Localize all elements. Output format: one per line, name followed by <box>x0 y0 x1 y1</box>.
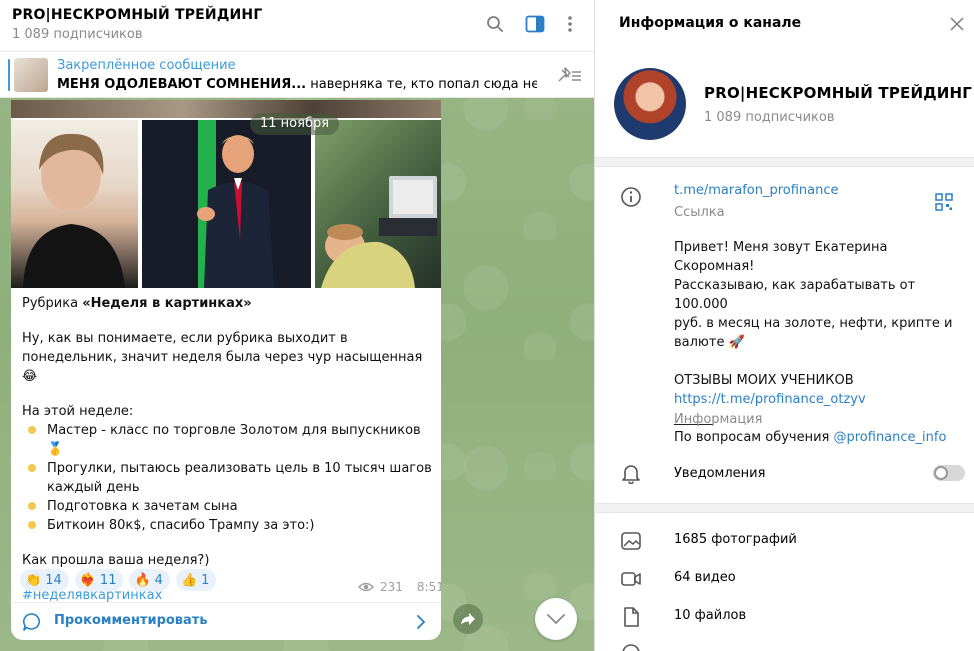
media-strip-top[interactable] <box>11 100 441 118</box>
channel-link[interactable]: t.me/marafon_profinance <box>674 183 839 198</box>
message-text: Рубрика «Неделя в картинках» Ну, как вы … <box>22 294 432 605</box>
video-icon <box>620 568 642 590</box>
reaction-count: 14 <box>45 572 62 588</box>
bullet-dot-icon <box>28 521 36 529</box>
bullet-item: Мастер - класс по торговле Золотом для в… <box>22 421 432 459</box>
scroll-to-bottom-button[interactable] <box>535 598 577 640</box>
reaction-count: 11 <box>99 572 117 588</box>
photo-child-laptop[interactable] <box>315 120 441 288</box>
photo-trump[interactable] <box>142 120 311 288</box>
bullet-item: Прогулки, пытаюсь реализовать цель в 10 … <box>22 459 432 497</box>
channel-subscriber-count: 1 089 подписчиков <box>704 110 835 125</box>
chevron-right-icon <box>417 615 426 629</box>
pinned-message[interactable]: Закреплённое сообщение МЕНЯ ОДОЛЕВАЮТ СО… <box>0 52 594 98</box>
reaction-count: 1 <box>201 572 210 588</box>
description-caption: Информация <box>674 412 763 427</box>
heart-fire-emoji-icon: ❤️‍🔥 <box>79 572 96 588</box>
section-divider <box>595 503 974 513</box>
description-line: валюте 🚀 <box>674 335 745 350</box>
pinned-text: МЕНЯ ОДОЛЕВАЮТ СОМНЕНИЯ... наверняка те,… <box>57 77 537 92</box>
comment-label: Прокомментировать <box>54 613 208 628</box>
search-icon[interactable] <box>483 12 507 36</box>
description-line: Рассказываю, как зарабатывать от 100.000 <box>674 278 916 312</box>
bullet-text: Прогулки, пытаюсь реализовать цель в 10 … <box>47 461 432 495</box>
section-divider <box>595 157 974 167</box>
comment-bubble-icon <box>22 613 41 631</box>
reviews-title: ОТЗЫВЫ МОИХ УЧЕНИКОВ <box>674 373 854 388</box>
contact-handle-link[interactable]: @profinance_info <box>833 430 946 445</box>
notifications-label: Уведомления <box>674 466 766 481</box>
channel-name: PRO|НЕСКРОМНЫЙ ТРЕЙДИНГ <box>704 84 973 102</box>
toggle-knob <box>934 466 948 480</box>
message-paragraph-1: Ну, как вы понимаете, если рубрика выход… <box>22 331 423 384</box>
clap-emoji-icon: 👏 <box>25 572 42 588</box>
reactions-bar: 👏 14 ❤️‍🔥 11 🔥 4 👍 1 <box>20 569 217 591</box>
bullet-dot-icon <box>28 502 36 510</box>
pinned-text-rest: наверняка те, кто попал сюда недавно ... <box>310 77 537 92</box>
file-icon <box>620 606 642 628</box>
photo-woman[interactable] <box>11 120 138 288</box>
channel-info-panel: Информация о канале PRO|НЕСКРОМНЫЙ ТРЕЙД… <box>594 0 974 651</box>
pinned-thumbnail <box>14 58 48 92</box>
qr-code-icon[interactable] <box>935 193 953 211</box>
week-intro: На этой неделе: <box>22 404 134 419</box>
chat-subscriber-count: 1 089 подписчиков <box>12 27 143 42</box>
pinned-text-bold: МЕНЯ ОДОЛЕВАЮТ СОМНЕНИЯ... <box>57 77 307 92</box>
bullet-text: Подготовка к зачетам сына <box>47 499 238 514</box>
chevron-down-icon <box>547 613 565 624</box>
date-badge: 11 ноября <box>250 113 340 135</box>
chat-panel: PRO|НЕСКРОМНЫЙ ТРЕЙДИНГ 1 089 подписчико… <box>0 0 594 651</box>
comment-button[interactable]: Прокомментировать <box>11 602 441 640</box>
rubric-line: Рубрика «Неделя в картинках» <box>22 294 432 313</box>
channel-link-caption: Ссылка <box>674 205 725 220</box>
photos-count-item[interactable]: 1685 фотографий <box>674 532 797 547</box>
bullet-dot-icon <box>28 464 36 472</box>
info-panel-title: Информация о канале <box>619 15 802 31</box>
bullet-dot-icon <box>28 426 36 434</box>
description-line: руб. в месяц на золоте, нефти, крипте и <box>674 316 953 331</box>
chat-title[interactable]: PRO|НЕСКРОМНЫЙ ТРЕЙДИНГ <box>12 7 262 23</box>
reviews-link[interactable]: https://t.me/profinance_otzyv <box>674 390 964 409</box>
bullet-text: Биткоин 80к$, спасибо Трампу за это:) <box>47 518 315 533</box>
bullet-text: Мастер - класс по торговле Золотом для в… <box>47 423 421 457</box>
message-time: 8:51 <box>416 580 441 594</box>
chat-header[interactable]: PRO|НЕСКРОМНЫЙ ТРЕЙДИНГ 1 089 подписчико… <box>0 0 594 52</box>
forward-button[interactable] <box>453 604 483 634</box>
reaction-heart-fire[interactable]: ❤️‍🔥 11 <box>74 569 124 591</box>
message-bubble[interactable]: 11 ноября Рубрика «Неделя в картинках» Н… <box>11 100 441 640</box>
reaction-count: 4 <box>154 572 163 588</box>
reaction-thumbs-up[interactable]: 👍 1 <box>175 569 217 591</box>
bullet-item: Подготовка к зачетам сына <box>22 497 432 516</box>
pinned-label: Закреплённое сообщение <box>57 58 236 73</box>
videos-count-item[interactable]: 64 видео <box>674 570 736 585</box>
reaction-clap[interactable]: 👏 14 <box>20 569 69 591</box>
contact-line: По вопросам обучения @profinance_info <box>674 428 964 447</box>
message-question: Как прошла ваша неделя?) <box>22 553 210 568</box>
channel-avatar[interactable] <box>614 68 686 140</box>
pinned-indicator-bar <box>8 59 10 91</box>
audio-icon <box>620 642 642 651</box>
description-line: Привет! Меня зовут Екатерина Скоромная! <box>674 240 888 274</box>
sidebar-toggle-icon[interactable] <box>523 12 547 36</box>
fire-emoji-icon: 🔥 <box>134 572 151 588</box>
reaction-fire[interactable]: 🔥 4 <box>129 569 170 591</box>
pinned-list-icon[interactable] <box>556 66 582 84</box>
message-meta: 231 8:51 <box>358 580 441 594</box>
more-options-icon[interactable] <box>558 12 582 36</box>
rubric-name: «Неделя в картинках» <box>82 296 252 311</box>
bullet-item: Биткоин 80к$, спасибо Трампу за это:) <box>22 516 432 535</box>
share-arrow-icon <box>461 613 475 625</box>
views-count: 231 <box>380 580 403 594</box>
thumbs-up-emoji-icon: 👍 <box>180 572 198 588</box>
photo-icon <box>620 530 642 552</box>
bell-icon <box>620 462 642 485</box>
close-icon[interactable] <box>947 14 967 34</box>
info-icon <box>620 186 642 208</box>
rubric-prefix: Рубрика <box>22 296 83 311</box>
contact-prefix: По вопросам обучения <box>674 430 834 445</box>
views-eye-icon <box>358 582 374 592</box>
files-count-item[interactable]: 10 файлов <box>674 608 746 623</box>
notifications-toggle[interactable] <box>933 465 965 481</box>
